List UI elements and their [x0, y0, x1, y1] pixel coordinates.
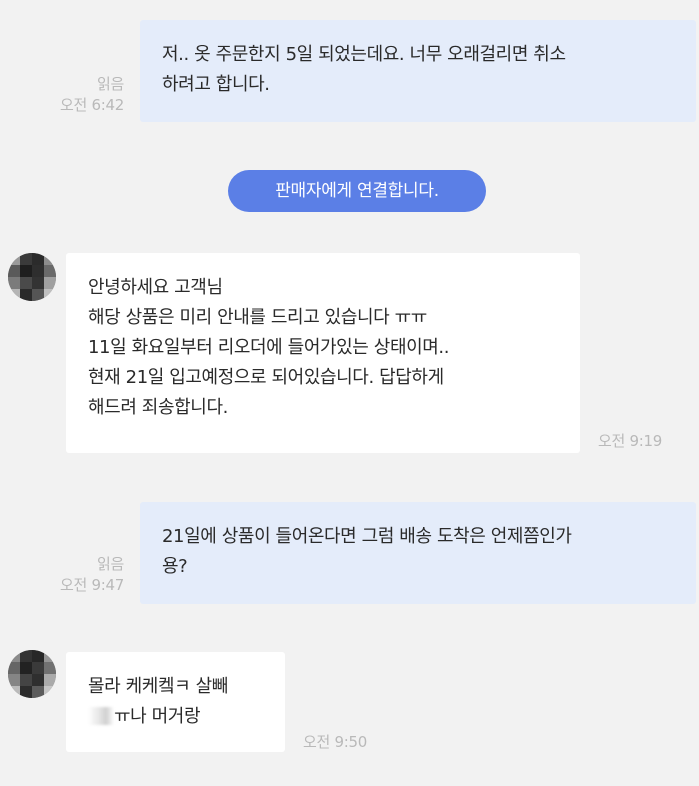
seller-connect-notice: 판매자에게 연결합니다.: [228, 170, 486, 212]
message-time: 오전 6:42: [60, 96, 124, 114]
message-time: 오전 9:19: [598, 432, 662, 450]
message-line-with-censor: ㅠ나 머거랑: [88, 702, 263, 732]
message-line: 저.. 옷 주문한지 5일 되었는데요. 너무 오래걸리면 취소: [162, 44, 566, 65]
message-line-text: ㅠ나 머거랑: [114, 706, 201, 727]
read-status-m1: 읽음 오전 6:42: [60, 74, 124, 116]
seller-avatar-icon: [8, 650, 56, 698]
message-line: 21일에 상품이 들어온다면 그럼 배송 도착은 언제쯤인가: [162, 526, 572, 547]
message-line: 해당 상품은 미리 안내를 드리고 있습니다 ㅠㅠ: [88, 307, 427, 328]
read-status-m3: 읽음 오전 9:47: [60, 554, 124, 596]
seller-avatar-icon: [8, 253, 56, 301]
incoming-message-4[interactable]: 몰라 케케켘ㅋ 살빼 ㅠ나 머거랑: [66, 652, 285, 752]
outgoing-message-3[interactable]: 21일에 상품이 들어온다면 그럼 배송 도착은 언제쯤인가 용?: [140, 502, 696, 604]
message-time: 오전 9:47: [60, 576, 124, 594]
message-line: 용?: [162, 556, 188, 577]
censored-text-blur: [88, 707, 114, 725]
outgoing-message-1[interactable]: 저.. 옷 주문한지 5일 되었는데요. 너무 오래걸리면 취소 하려고 합니다…: [140, 20, 696, 122]
read-label: 읽음: [96, 75, 124, 93]
message-line: 안녕하세요 고객님: [88, 277, 223, 298]
message-line: 몰라 케케켘ㅋ 살빼: [88, 676, 228, 697]
message-line: 하려고 합니다.: [162, 74, 270, 95]
message-line: 해드려 죄송합니다.: [88, 397, 228, 418]
incoming-message-2[interactable]: 안녕하세요 고객님 해당 상품은 미리 안내를 드리고 있습니다 ㅠㅠ 11일 …: [66, 253, 580, 453]
message-line: 11일 화요일부터 리오더에 들어가있는 상태이며..: [88, 337, 450, 358]
message-line: 현재 21일 입고예정으로 되어있습니다. 답답하게: [88, 367, 444, 388]
message-time: 오전 9:50: [303, 733, 367, 751]
read-label: 읽음: [96, 555, 124, 573]
